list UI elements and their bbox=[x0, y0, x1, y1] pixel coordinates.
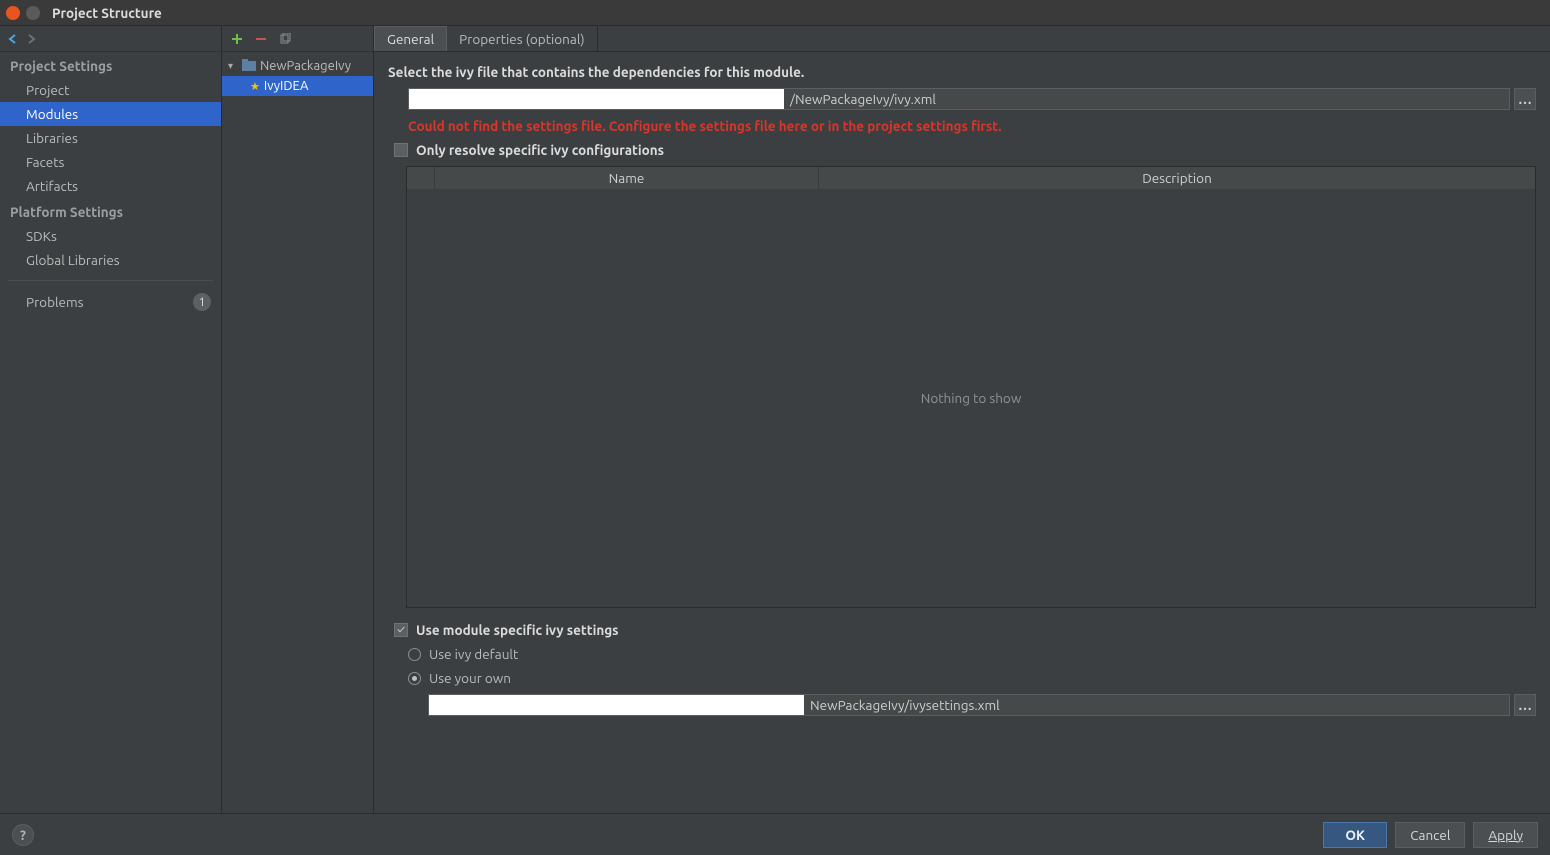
ivy-file-path-hidden bbox=[409, 89, 784, 109]
module-tree-toolbar bbox=[222, 26, 373, 52]
window-close-button[interactable] bbox=[6, 6, 20, 20]
sidebar-separator bbox=[8, 280, 213, 281]
only-resolve-row: Only resolve specific ivy configurations bbox=[388, 142, 1536, 158]
sidebar-item-facets[interactable]: Facets bbox=[0, 150, 221, 174]
expand-icon[interactable]: ▾ bbox=[228, 60, 238, 72]
tab-general[interactable]: General bbox=[374, 26, 447, 51]
ivy-file-field[interactable]: /NewPackageIvy/ivy.xml bbox=[408, 88, 1510, 110]
radio-use-default-label: Use ivy default bbox=[429, 646, 518, 662]
settings-file-field[interactable]: NewPackageIvy/ivysettings.xml bbox=[428, 694, 1510, 716]
sidebar-item-artifacts[interactable]: Artifacts bbox=[0, 174, 221, 198]
module-tree: ▾ NewPackageIvy ★ IvyIDEA bbox=[222, 52, 373, 96]
browse-ivy-file-button[interactable]: … bbox=[1514, 88, 1536, 110]
settings-file-row: NewPackageIvy/ivysettings.xml … bbox=[388, 694, 1536, 716]
window-titlebar: Project Structure bbox=[0, 0, 1550, 26]
sidebar-item-project[interactable]: Project bbox=[0, 78, 221, 102]
cancel-button-label: Cancel bbox=[1410, 827, 1450, 843]
general-panel: Select the ivy file that contains the de… bbox=[374, 52, 1550, 813]
problems-count-badge: 1 bbox=[193, 293, 211, 311]
sidebar-heading-platform-settings: Platform Settings bbox=[0, 198, 221, 224]
browse-settings-file-button[interactable]: … bbox=[1514, 694, 1536, 716]
table-empty-label: Nothing to show bbox=[921, 390, 1022, 406]
radio-default-row[interactable]: Use ivy default bbox=[388, 646, 1536, 662]
radio-use-own-label: Use your own bbox=[429, 670, 511, 686]
only-resolve-checkbox[interactable] bbox=[394, 143, 408, 157]
sidebar-item-libraries[interactable]: Libraries bbox=[0, 126, 221, 150]
ivy-file-path-visible: /NewPackageIvy/ivy.xml bbox=[784, 91, 942, 107]
sidebar-item-modules[interactable]: Modules bbox=[0, 102, 221, 126]
window-minimize-button[interactable] bbox=[26, 6, 40, 20]
configurations-table: Name Description Nothing to show bbox=[406, 166, 1536, 608]
settings-error-label: Could not find the settings file. Config… bbox=[388, 118, 1536, 134]
ok-button-label: OK bbox=[1345, 827, 1365, 843]
tree-node-root[interactable]: ▾ NewPackageIvy bbox=[222, 56, 373, 76]
dialog-footer: ? OK Cancel Apply bbox=[0, 813, 1550, 855]
table-header-checkbox bbox=[407, 167, 435, 189]
sidebar-item-problems[interactable]: Problems 1 bbox=[0, 289, 221, 315]
instruction-label: Select the ivy file that contains the de… bbox=[388, 64, 1536, 80]
only-resolve-label: Only resolve specific ivy configurations bbox=[416, 142, 664, 158]
tree-node-ivyidea[interactable]: ★ IvyIDEA bbox=[222, 76, 373, 96]
use-module-specific-row: Use module specific ivy settings bbox=[388, 622, 1536, 638]
settings-file-path-visible: NewPackageIvy/ivysettings.xml bbox=[804, 697, 1006, 713]
apply-button-label: Apply bbox=[1488, 827, 1523, 843]
table-header-description: Description bbox=[819, 167, 1535, 189]
remove-icon[interactable] bbox=[254, 32, 268, 46]
sidebar-heading-project-settings: Project Settings bbox=[0, 52, 221, 78]
table-header: Name Description bbox=[407, 167, 1535, 189]
sidebar-item-global-libraries[interactable]: Global Libraries bbox=[0, 248, 221, 272]
radio-use-default[interactable] bbox=[408, 648, 421, 661]
tree-node-label: NewPackageIvy bbox=[260, 59, 351, 73]
use-module-specific-label: Use module specific ivy settings bbox=[416, 622, 619, 638]
nav-back-icon[interactable] bbox=[6, 32, 20, 46]
sidebar-item-label: Problems bbox=[26, 294, 83, 310]
radio-use-own[interactable] bbox=[408, 672, 421, 685]
sidebar-nav bbox=[0, 26, 221, 52]
table-header-name: Name bbox=[435, 167, 819, 189]
tab-properties[interactable]: Properties (optional) bbox=[447, 26, 597, 51]
use-module-specific-checkbox[interactable] bbox=[394, 623, 408, 637]
ok-button[interactable]: OK bbox=[1323, 822, 1387, 848]
cancel-button[interactable]: Cancel bbox=[1395, 822, 1465, 848]
ivy-facet-icon: ★ bbox=[250, 80, 260, 93]
ivy-file-row: /NewPackageIvy/ivy.xml … bbox=[388, 88, 1536, 110]
module-icon bbox=[242, 59, 256, 74]
sidebar-item-sdks[interactable]: SDKs bbox=[0, 224, 221, 248]
nav-forward-icon[interactable] bbox=[24, 32, 38, 46]
table-body-empty: Nothing to show bbox=[407, 189, 1535, 607]
window-title: Project Structure bbox=[52, 5, 162, 21]
tree-node-label: IvyIDEA bbox=[264, 79, 309, 93]
tabbar: General Properties (optional) bbox=[374, 26, 1550, 52]
editor-content: General Properties (optional) Select the… bbox=[374, 26, 1550, 813]
settings-sidebar: Project Settings Project Modules Librari… bbox=[0, 26, 222, 813]
help-button[interactable]: ? bbox=[12, 824, 34, 846]
apply-button[interactable]: Apply bbox=[1473, 822, 1538, 848]
copy-icon[interactable] bbox=[278, 32, 292, 46]
settings-file-path-hidden bbox=[429, 695, 804, 715]
radio-own-row[interactable]: Use your own bbox=[388, 670, 1536, 686]
module-tree-panel: ▾ NewPackageIvy ★ IvyIDEA bbox=[222, 26, 374, 813]
add-icon[interactable] bbox=[230, 32, 244, 46]
